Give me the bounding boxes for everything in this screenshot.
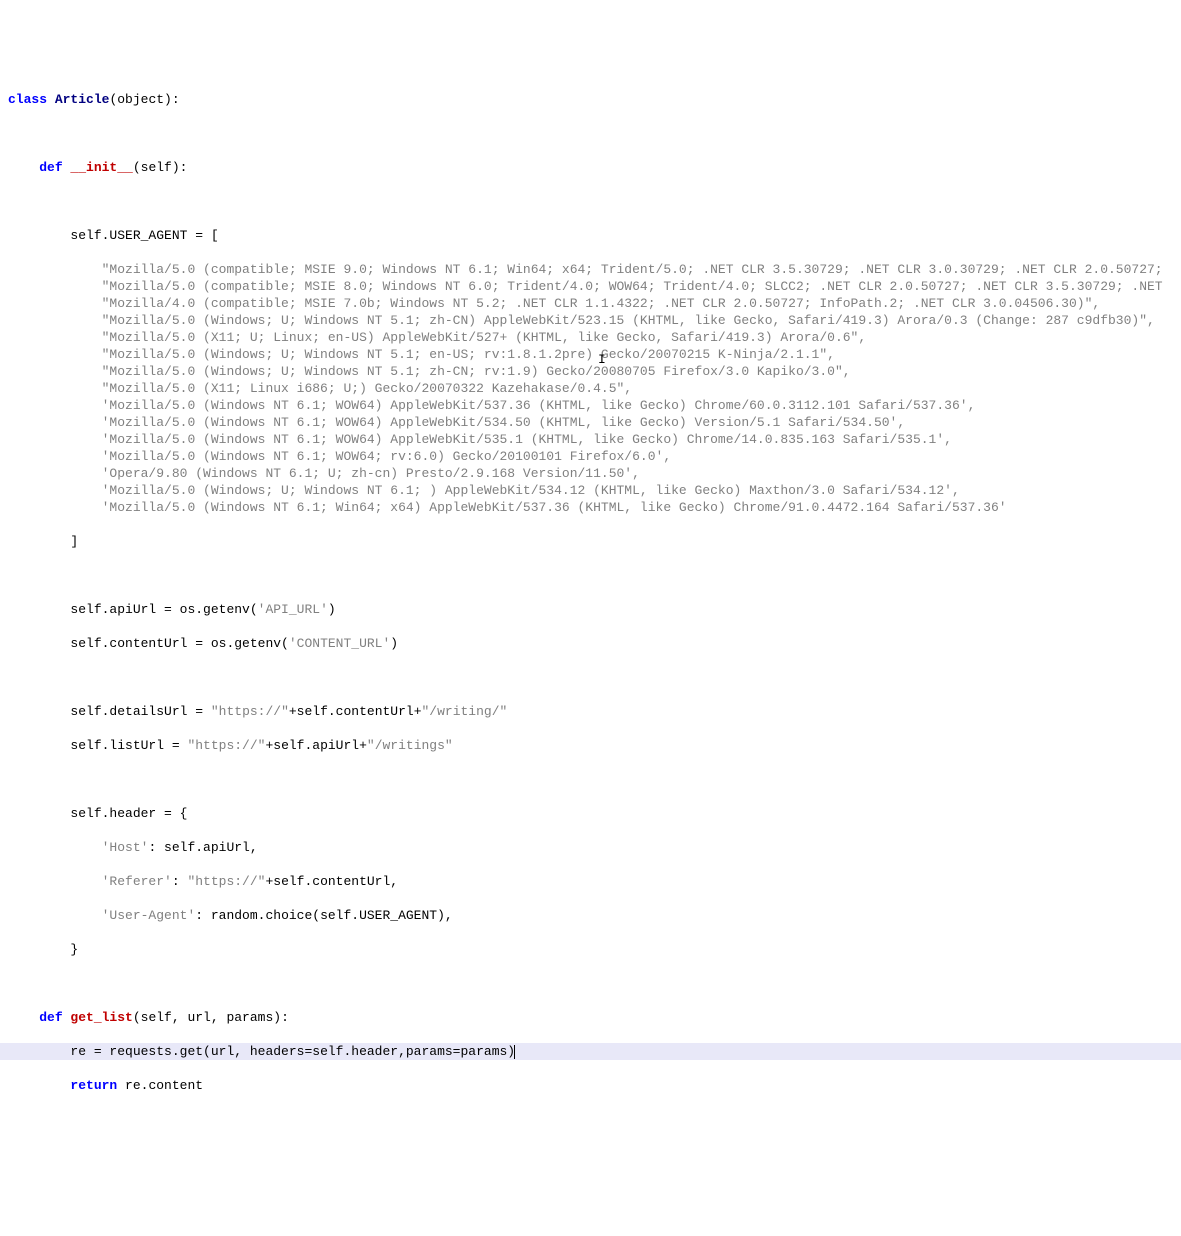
code-line: "Mozilla/5.0 (X11; U; Linux; en-US) Appl… xyxy=(0,329,1181,346)
code-line: "Mozilla/4.0 (compatible; MSIE 7.0b; Win… xyxy=(0,295,1181,312)
code-line: self.apiUrl = os.getenv('API_URL') xyxy=(0,601,1181,618)
code-line xyxy=(0,125,1181,142)
code-line xyxy=(0,975,1181,992)
code-line: "Mozilla/5.0 (X11; Linux i686; U;) Gecko… xyxy=(0,380,1181,397)
code-line: 'User-Agent': random.choice(self.USER_AG… xyxy=(0,907,1181,924)
code-line: self.USER_AGENT = [ xyxy=(0,227,1181,244)
code-line: class Article(object): xyxy=(0,91,1181,108)
code-line: return re.content xyxy=(0,1077,1181,1094)
code-line: 'Mozilla/5.0 (Windows; U; Windows NT 6.1… xyxy=(0,482,1181,499)
code-line xyxy=(0,771,1181,788)
code-line: 'Opera/9.80 (Windows NT 6.1; U; zh-cn) P… xyxy=(0,465,1181,482)
code-line: "Mozilla/5.0 (Windows; U; Windows NT 5.1… xyxy=(0,346,1181,363)
code-editor[interactable]: class Article(object): def __init__(self… xyxy=(0,74,1181,1145)
code-line: 'Mozilla/5.0 (Windows NT 6.1; Win64; x64… xyxy=(0,499,1181,516)
code-line xyxy=(0,193,1181,210)
code-line xyxy=(0,567,1181,584)
code-line: "Mozilla/5.0 (compatible; MSIE 8.0; Wind… xyxy=(0,278,1181,295)
code-line xyxy=(0,669,1181,686)
code-line: 'Mozilla/5.0 (Windows NT 6.1; WOW64; rv:… xyxy=(0,448,1181,465)
code-line: "Mozilla/5.0 (compatible; MSIE 9.0; Wind… xyxy=(0,261,1181,278)
code-line: self.detailsUrl = "https://"+self.conten… xyxy=(0,703,1181,720)
code-line: } xyxy=(0,941,1181,958)
code-line: 'Host': self.apiUrl, xyxy=(0,839,1181,856)
code-line: self.contentUrl = os.getenv('CONTENT_URL… xyxy=(0,635,1181,652)
code-line: 'Mozilla/5.0 (Windows NT 6.1; WOW64) App… xyxy=(0,431,1181,448)
code-line: 'Referer': "https://"+self.contentUrl, xyxy=(0,873,1181,890)
code-line: self.header = { xyxy=(0,805,1181,822)
code-line-active: re = requests.get(url, headers=self.head… xyxy=(0,1043,1181,1060)
code-line: def get_list(self, url, params): xyxy=(0,1009,1181,1026)
code-line: 'Mozilla/5.0 (Windows NT 6.1; WOW64) App… xyxy=(0,414,1181,431)
code-line: "Mozilla/5.0 (Windows; U; Windows NT 5.1… xyxy=(0,312,1181,329)
text-cursor-icon xyxy=(514,1045,515,1059)
code-line: ] xyxy=(0,533,1181,550)
code-line: self.listUrl = "https://"+self.apiUrl+"/… xyxy=(0,737,1181,754)
code-line: 'Mozilla/5.0 (Windows NT 6.1; WOW64) App… xyxy=(0,397,1181,414)
code-line: def __init__(self): xyxy=(0,159,1181,176)
code-line: "Mozilla/5.0 (Windows; U; Windows NT 5.1… xyxy=(0,363,1181,380)
